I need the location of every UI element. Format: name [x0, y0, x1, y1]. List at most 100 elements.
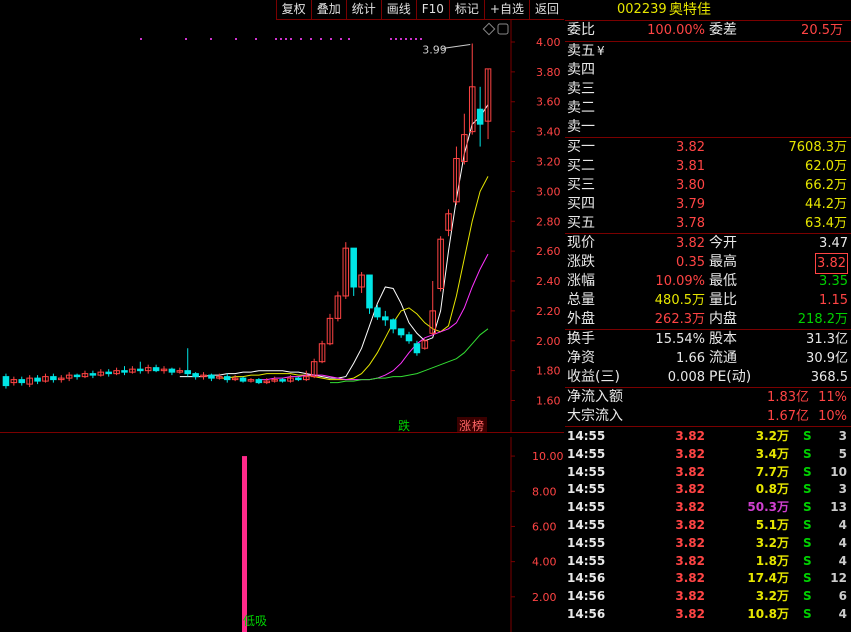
quote-row: 外盘 262.3万 内盘 218.2万	[565, 310, 851, 329]
flow-pct: 10%	[818, 409, 847, 424]
signal-dot	[420, 38, 422, 40]
bid-volume: 63.4万	[805, 216, 847, 231]
tick-count: 4	[838, 606, 847, 621]
ask-row: 卖二	[565, 99, 851, 118]
quote-label: 今开	[709, 235, 737, 251]
y-tick-label: 2.40	[536, 275, 561, 288]
tick-count: 4	[838, 517, 847, 532]
quote-label: 量比	[709, 292, 737, 308]
y-tick-label: 2.00	[536, 335, 561, 348]
signal-dot	[400, 38, 402, 40]
signal-dot	[210, 38, 212, 40]
signal-dot	[340, 38, 342, 40]
quote-label: 内盘	[709, 311, 737, 327]
ask-price: ¥	[597, 44, 605, 58]
candle-body	[382, 316, 389, 321]
signal-dots	[140, 38, 422, 40]
tick-volume: 0.8万	[755, 482, 789, 497]
tick-time: 14:55	[567, 464, 606, 479]
quote-value: 218.2万	[797, 312, 848, 327]
stock-code: 002239	[617, 2, 667, 17]
bid-volume: 62.0万	[805, 159, 847, 174]
tick-count: 4	[838, 553, 847, 568]
order-diff-value: 20.5万	[801, 23, 843, 38]
candle-body	[223, 376, 231, 381]
toolbar-button-1[interactable]: 叠加	[310, 0, 346, 20]
tick-volume: 5.1万	[755, 517, 789, 532]
bid-row: 买五 3.78 63.4万	[565, 214, 851, 233]
tick-count: 6	[838, 589, 847, 604]
candle-body	[366, 274, 373, 309]
quote-value: 31.3亿	[806, 332, 848, 347]
tick-side: S	[803, 606, 812, 621]
bid-price: 3.80	[676, 178, 705, 193]
y-tick-label: 2.60	[536, 245, 561, 258]
flow-row: 净流入额 1.83亿 11%	[565, 388, 851, 407]
ask-row: 卖三	[565, 80, 851, 99]
quote-label: PE(动)	[709, 369, 752, 385]
tick-price: 3.82	[675, 535, 705, 550]
flow-value: 1.67亿	[767, 409, 809, 424]
ask-label: 卖一	[567, 119, 595, 135]
y-tick-label: 10.00	[532, 450, 564, 463]
candle-body	[413, 343, 421, 354]
signal-dot	[330, 38, 332, 40]
signal-dot	[235, 38, 237, 40]
candle-body	[389, 319, 397, 330]
quote-label: 换手	[567, 331, 595, 347]
flow-list: 净流入额 1.83亿 11% 大宗流入 1.67亿 10%	[565, 387, 851, 426]
indicator-chart[interactable]: 10.00 8.00 6.00 4.00 2.00 低吸	[0, 437, 564, 632]
tick-row: 14:55 3.82 1.8万 S 4	[565, 552, 851, 570]
tick-list[interactable]: 14:55 3.82 3.2万 S 3 14:55 3.82 3.4万 S 5 14:55 3.82 7…	[565, 426, 851, 623]
candle-body	[18, 379, 26, 384]
quote-value: 368.5	[810, 370, 848, 385]
signal-dot	[390, 38, 392, 40]
candle-body	[105, 371, 112, 375]
toolbar-button-2[interactable]: 统计	[345, 0, 381, 20]
tick-count: 10	[830, 464, 847, 479]
quote-value: 30.9亿	[806, 351, 848, 366]
tick-time: 14:56	[567, 571, 606, 586]
tick-price: 3.82	[675, 553, 705, 568]
toolbar-button-6[interactable]: +自选	[483, 0, 529, 20]
ask-label: 卖四	[567, 62, 595, 78]
marker-rise: 涨	[459, 418, 471, 433]
ask-row: 卖五 ¥	[565, 42, 851, 61]
y-tick-label: 3.20	[536, 156, 561, 169]
peak-label: 3.99	[422, 43, 447, 56]
quote-value: 3.47	[819, 236, 848, 251]
kline-chart[interactable]: 4.00 3.80 3.60 3.40 3.20 3.00 2.80 2.60 2.40 2.20…	[0, 20, 564, 433]
tick-count: 4	[838, 535, 847, 550]
candle-body	[121, 370, 128, 373]
quote-row: 换手 15.54% 股本 31.3亿	[565, 330, 851, 349]
tick-side: S	[803, 571, 812, 586]
toolbar-button-0[interactable]: 复权	[275, 0, 311, 20]
toolbar-button-4[interactable]: F10	[415, 0, 449, 20]
quote-label: 净资	[567, 350, 595, 366]
quote-row: 总量 480.5万 量比 1.15	[565, 291, 851, 310]
toolbar-button-5[interactable]: 标记	[448, 0, 484, 20]
ma-line	[258, 253, 489, 381]
tick-row: 14:56 3.82 17.4万 S 12	[565, 569, 851, 587]
ask-label: 卖二	[567, 100, 595, 116]
bid-label: 买五	[567, 215, 595, 231]
quote-label: 现价	[567, 235, 595, 251]
marker-fall: 跌	[398, 418, 410, 433]
tick-count: 3	[838, 482, 847, 497]
tick-side: S	[803, 464, 812, 479]
y-tick-label: 8.00	[532, 485, 557, 498]
toolbar-button-7[interactable]: 返回	[528, 0, 564, 20]
quote-row: 收益(三) 0.008 PE(动) 368.5	[565, 368, 851, 387]
tick-time: 14:55	[567, 517, 606, 532]
quote-value: 0.008	[667, 370, 705, 385]
tick-price: 3.82	[675, 429, 705, 443]
toolbar-button-3[interactable]: 画线	[380, 0, 416, 20]
candle-body	[350, 247, 357, 288]
tick-volume: 3.4万	[755, 446, 789, 461]
y-tick-label: 2.20	[536, 305, 561, 318]
candle-body	[374, 307, 381, 318]
y-tick-label: 3.80	[536, 66, 561, 79]
y-tick-label: 6.00	[532, 520, 557, 533]
signal-dot	[405, 38, 407, 40]
tick-row: 14:55 3.82 0.8万 S 3	[565, 480, 851, 498]
